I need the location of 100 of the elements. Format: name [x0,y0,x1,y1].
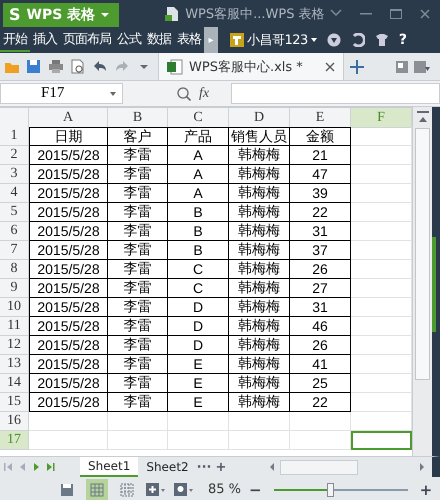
table-cell: B [168,222,229,241]
table-cell: 37 [290,241,351,260]
first-sheet-icon[interactable] [4,462,14,472]
active-cell[interactable] [351,431,412,450]
table-cell: 2015/5/28 [29,374,108,393]
table-cell: 2015/5/28 [29,355,108,374]
row-header[interactable]: 3 [0,165,29,184]
shirt-icon[interactable] [374,33,389,47]
sheet-tab[interactable]: Sheet2 [142,457,193,477]
add-sheet-button[interactable]: + [215,460,226,474]
menu-tab[interactable]: 数据 [144,28,174,52]
app-menu-button[interactable]: S WPS 表格 [3,2,120,26]
select-all-button[interactable] [0,108,29,128]
vertical-scrollbar[interactable] [412,107,432,456]
table-cell: 李雷 [108,184,168,203]
row-header[interactable]: 16 [0,412,29,431]
row-header[interactable]: 12 [0,336,29,355]
table-cell: 李雷 [108,355,168,374]
table-cell: E [168,355,229,374]
row-header[interactable]: 4 [0,184,29,203]
view-normal-button[interactable] [86,478,108,500]
scroll-left-icon[interactable] [270,463,274,471]
row-header[interactable]: 15 [0,393,29,412]
empty-cell[interactable] [108,431,168,450]
help-button[interactable]: ? [398,32,407,48]
save-icon[interactable] [26,58,42,74]
last-sheet-icon[interactable] [46,462,56,472]
table-cell: 李雷 [108,298,168,317]
name-box[interactable]: F17 [0,83,123,104]
column-header[interactable]: E [290,108,351,128]
scroll-right-icon[interactable] [420,463,424,471]
sheet-tab[interactable]: Sheet1 [80,457,138,477]
column-header[interactable]: D [229,108,290,128]
table-cell: E [168,393,229,412]
slider-thumb[interactable] [326,482,334,496]
save-view-icon [59,482,75,498]
row-header[interactable]: 8 [0,260,29,279]
empty-cell[interactable] [229,412,290,431]
avatar-icon [230,33,244,47]
row-header[interactable]: 7 [0,241,29,260]
table-cell: B [168,203,229,222]
empty-cell[interactable] [290,431,351,450]
zoom-in-button[interactable]: + [420,480,432,498]
table-cell: 2015/5/28 [29,279,108,298]
panel-icon[interactable] [396,60,408,72]
table-cell: 21 [290,146,351,165]
print-preview-icon[interactable] [70,58,86,74]
table-cell: 韩梅梅 [229,393,290,412]
empty-cell[interactable] [229,431,290,450]
row-header[interactable]: 6 [0,222,29,241]
row-header[interactable]: 11 [0,317,29,336]
table-cell: 39 [290,184,351,203]
table-cell: 2015/5/28 [29,184,108,203]
empty-cell[interactable] [168,412,229,431]
document-tab[interactable]: WPS客服中心.xls * [158,53,344,80]
more-sheets-button[interactable]: ··· [196,460,212,474]
close-icon[interactable] [325,62,335,72]
table-cell: 2015/5/28 [29,336,108,355]
row-header[interactable]: 10 [0,298,29,317]
function-button[interactable]: fx [199,86,210,102]
table-cell: 26 [290,260,351,279]
close-icon[interactable] [420,8,430,18]
row-header[interactable]: 14 [0,374,29,393]
empty-cell[interactable] [290,412,351,431]
table-cell: 李雷 [108,222,168,241]
new-tab-icon[interactable] [350,60,364,74]
column-header[interactable]: C [168,108,229,128]
column-header[interactable]: B [108,108,168,128]
empty-cell[interactable] [168,431,229,450]
menu-tab[interactable]: 页面布局 [60,28,114,52]
chevron-down-icon[interactable] [330,8,342,16]
formula-input[interactable] [231,83,440,104]
empty-cell[interactable] [108,412,168,431]
table-cell: 李雷 [108,260,168,279]
zoom-slider[interactable] [274,482,408,496]
user-name[interactable]: 小昌哥123 [247,31,308,49]
refresh-icon[interactable] [350,33,365,47]
row-header[interactable]: 13 [0,355,29,374]
spreadsheet-icon [167,58,183,74]
search-icon[interactable] [177,86,191,100]
menu-tab[interactable]: 表格 [174,28,204,52]
row-header[interactable]: 2 [0,146,29,165]
table-cell: 韩梅梅 [229,146,290,165]
layout-icon[interactable] [414,60,430,72]
menu-tab[interactable]: 公式 [114,28,144,52]
table-cell: 2015/5/28 [29,146,108,165]
previous-sheet-icon[interactable] [18,462,28,472]
table-cell: 2015/5/28 [29,260,108,279]
menu-tab[interactable]: 插入 [30,28,60,52]
maximize-icon[interactable] [390,8,402,18]
row-header[interactable]: 5 [0,203,29,222]
plus-box-icon[interactable] [146,482,166,496]
caret-icon[interactable] [310,38,317,42]
column-header[interactable]: A [29,108,108,128]
zoom-out-button[interactable]: − [249,480,262,498]
row-header[interactable]: 1 [0,127,29,146]
printer-icon[interactable] [48,58,64,74]
horizontal-scrollbar[interactable] [280,460,358,474]
window-title: WPS客服中...WPS 表格 [185,6,325,22]
row-header[interactable]: 9 [0,279,29,298]
